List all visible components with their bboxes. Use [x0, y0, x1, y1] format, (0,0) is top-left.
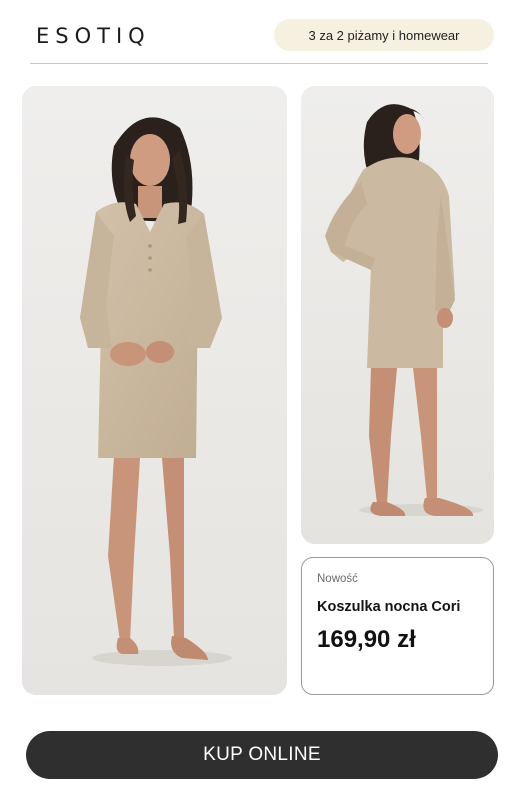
promo-banner-button[interactable]: 3 za 2 piżamy i homewear [274, 19, 494, 51]
model-front-illustration [22, 86, 287, 695]
product-name: Koszulka nocna Cori [317, 599, 461, 615]
brand-logo[interactable]: ESOTIQ [36, 24, 151, 48]
new-badge: Nowość [317, 573, 358, 585]
product-page: ESOTIQ 3 za 2 piżamy i homewear Nowość K… [0, 0, 524, 800]
product-photo-side[interactable] [301, 86, 494, 544]
header: ESOTIQ 3 za 2 piżamy i homewear [0, 0, 524, 64]
model-side-illustration [301, 86, 494, 544]
product-info-card[interactable]: Nowość Koszulka nocna Cori 169,90 zł [301, 557, 494, 695]
header-divider [30, 63, 488, 64]
product-photo-front[interactable] [22, 86, 287, 695]
buy-online-button[interactable]: KUP ONLINE [26, 731, 498, 779]
product-price: 169,90 zł [317, 626, 416, 653]
